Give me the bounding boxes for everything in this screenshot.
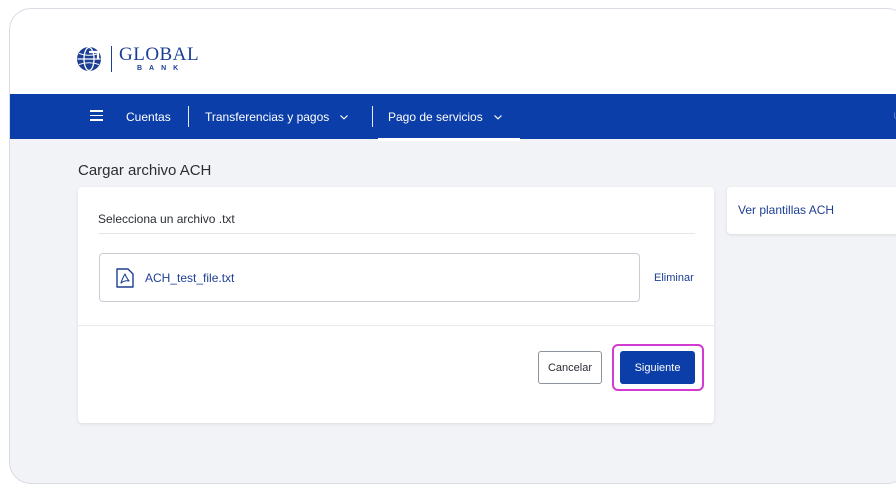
main-nav: Cuentas Transferencias y pagos Pago de s… <box>10 94 896 141</box>
logo-wordmark: GLOBAL BANK <box>119 45 199 72</box>
active-tab-indicator <box>378 138 520 141</box>
hamburger-icon[interactable] <box>90 110 103 121</box>
nav-item-pago-servicios[interactable]: Pago de servicios <box>388 94 503 139</box>
cancel-button[interactable]: Cancelar <box>538 351 602 384</box>
nav-divider <box>372 106 373 127</box>
app-frame: GLOBAL BANK Cuentas Transferencias y pag… <box>9 8 896 484</box>
page-title: Cargar archivo ACH <box>78 162 212 179</box>
nav-item-label: Transferencias y pagos <box>205 109 330 124</box>
globe-icon <box>77 46 101 71</box>
file-upload-field[interactable]: ACH_test_file.txt <box>99 253 640 302</box>
templates-link[interactable]: Ver plantillas ACH <box>738 203 834 217</box>
header: GLOBAL BANK <box>10 9 896 94</box>
logo-subtitle: BANK <box>137 65 186 72</box>
file-name: ACH_test_file.txt <box>145 271 235 285</box>
logo-divider <box>111 45 112 72</box>
logo-name: GLOBAL <box>119 44 200 65</box>
divider <box>98 233 695 234</box>
chevron-down-icon <box>340 114 349 120</box>
templates-card: Ver plantillas ACH <box>727 187 896 234</box>
divider <box>78 325 714 326</box>
nav-divider <box>188 106 189 127</box>
brand-logo[interactable]: GLOBAL BANK <box>76 45 199 72</box>
nav-item-label: Pago de servicios <box>388 109 483 124</box>
upload-label: Selecciona un archivo .txt <box>98 212 235 226</box>
upload-card: Selecciona un archivo .txt ACH_test_file… <box>78 187 714 423</box>
nav-item-transferencias[interactable]: Transferencias y pagos <box>205 94 349 139</box>
pdf-file-icon <box>116 268 134 288</box>
nav-item-cuentas[interactable]: Cuentas <box>126 94 171 139</box>
remove-file-link[interactable]: Eliminar <box>654 272 694 284</box>
nav-item-label: Cuentas <box>126 109 171 124</box>
next-button[interactable]: Siguiente <box>620 351 695 384</box>
chevron-down-icon <box>493 114 502 120</box>
